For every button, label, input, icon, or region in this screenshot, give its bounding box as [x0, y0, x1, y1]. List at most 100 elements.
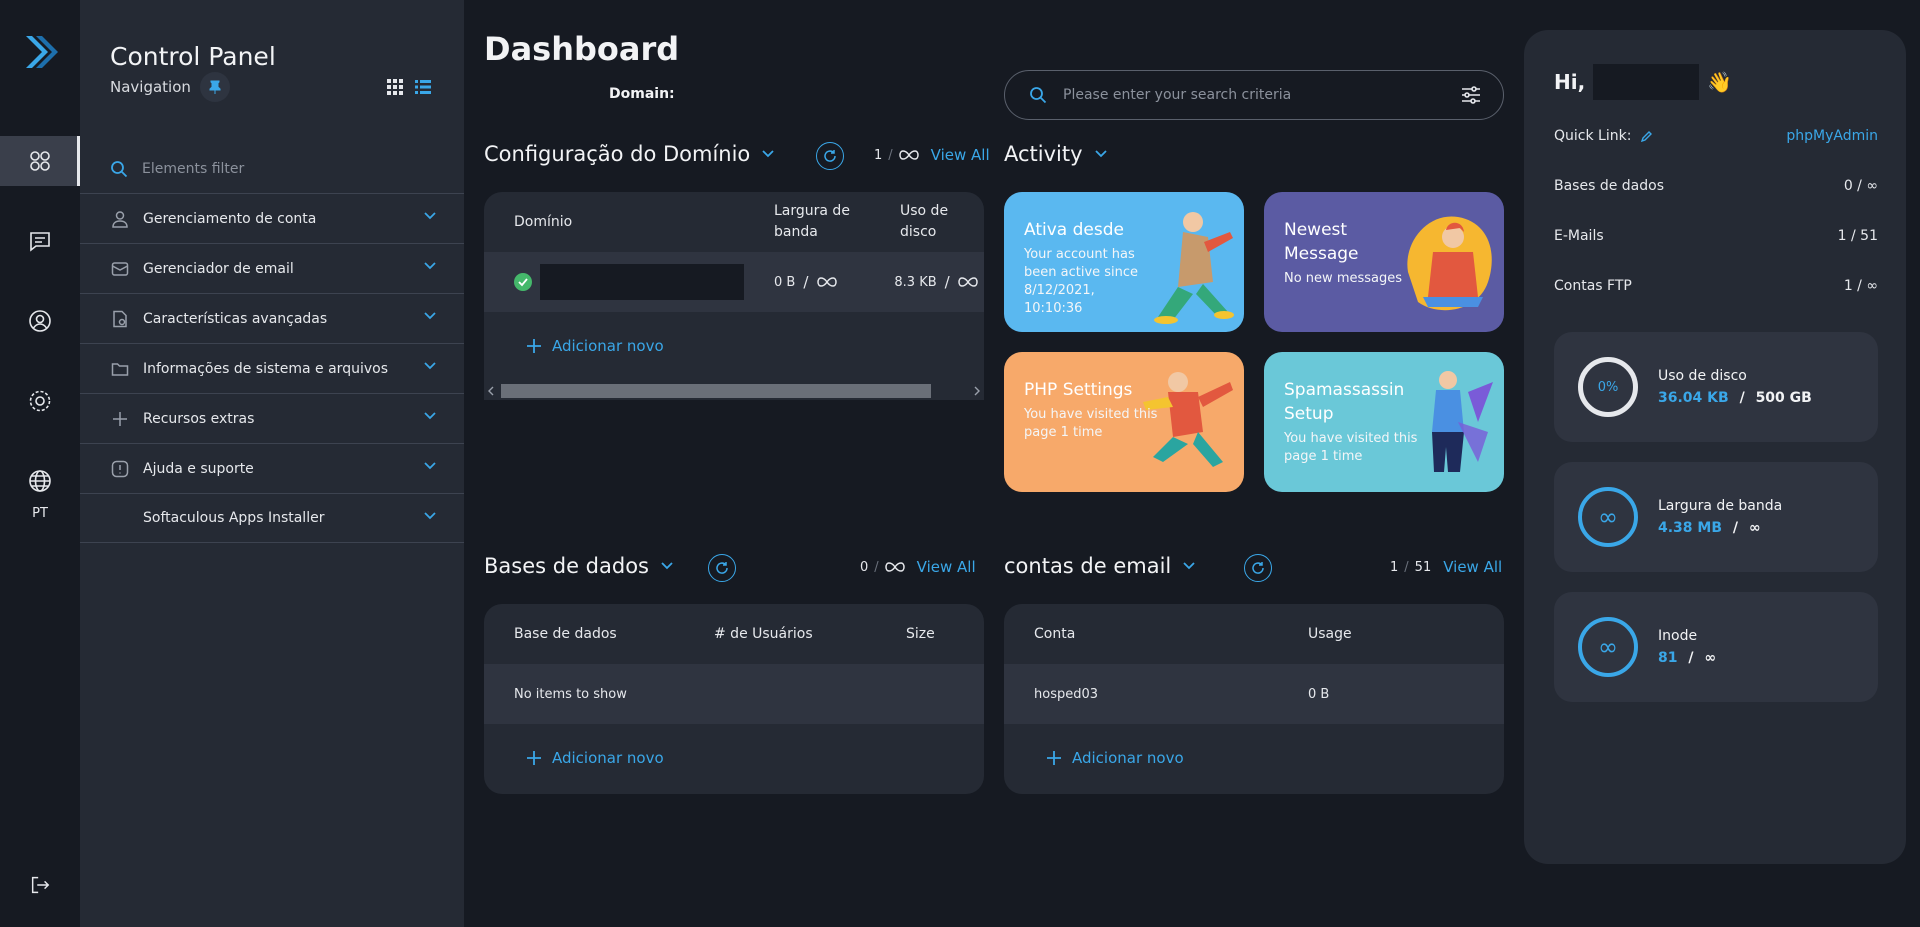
db-table: Base de dados # de Usuários Size No item… [484, 604, 984, 794]
sidebar-item-softaculous[interactable]: Softaculous Apps Installer [80, 493, 464, 543]
domain-name-masked [540, 264, 744, 300]
sidebar-item-account[interactable]: Gerenciamento de conta [80, 193, 464, 243]
rail-account[interactable] [0, 296, 80, 346]
usage-value: 4.38 MB / ∞ [1658, 520, 1761, 536]
chevron-down-icon [424, 312, 436, 320]
check-circle-icon [514, 273, 532, 291]
rail-logout[interactable] [0, 860, 80, 910]
grid-view-icon[interactable] [386, 78, 404, 96]
usage-ring: ∞ [1578, 617, 1638, 677]
rail-language[interactable] [0, 456, 80, 506]
search-icon [111, 161, 128, 178]
domain-view-all-link[interactable]: View All [931, 146, 990, 164]
row-bandwidth: 0 B [774, 274, 796, 290]
sidebar-menu: Gerenciamento de conta Gerenciador de em… [80, 193, 464, 543]
rail-settings[interactable] [0, 376, 80, 426]
search-icon [1030, 87, 1047, 104]
pin-button[interactable] [200, 72, 230, 102]
language-label[interactable]: PT [0, 506, 80, 521]
sidebar-item-advanced[interactable]: Características avançadas [80, 293, 464, 343]
page-title: Dashboard [484, 30, 680, 68]
main-content: Dashboard Domain: Please enter your sear… [464, 0, 1524, 927]
scroll-thumb[interactable] [501, 384, 931, 398]
row-usage: 0 B [1308, 686, 1330, 702]
table-empty-row: No items to show [484, 664, 984, 724]
card-desc: You have visited this page 1 time [1024, 407, 1158, 440]
usage-label: Inode [1658, 628, 1698, 644]
email-view-all-link[interactable]: View All [1443, 558, 1502, 576]
folder-icon [111, 362, 129, 376]
sidebar-item-label: Características avançadas [143, 310, 328, 327]
usage-ring: 0% [1578, 357, 1638, 417]
icon-rail: PT [0, 0, 80, 927]
sidebar-subtitle: Navigation [110, 78, 191, 96]
col-domain: Domínio [514, 214, 573, 230]
quick-link-value[interactable]: phpMyAdmin [1786, 128, 1878, 144]
user-icon [112, 210, 128, 228]
refresh-icon [824, 150, 836, 162]
activity-title: Activity [1004, 142, 1083, 166]
refresh-db-button[interactable] [708, 554, 736, 582]
db-add-new-button[interactable]: Adicionar novo [484, 724, 984, 792]
activity-card-php-settings[interactable]: PHP Settings You have visited this page … [1004, 352, 1244, 492]
sidebar: Control Panel Navigation Elements filter… [80, 0, 464, 927]
domain-section-title: Configuração do Domínio [484, 142, 751, 166]
pin-icon [209, 80, 221, 94]
db-view-all-link[interactable]: View All [917, 558, 976, 576]
add-new-label: Adicionar novo [1072, 749, 1184, 767]
horizontal-scrollbar[interactable] [484, 380, 984, 400]
refresh-domain-button[interactable] [816, 142, 844, 170]
sidebar-item-help[interactable]: Ajuda e suporte [80, 443, 464, 493]
email-count: 1 / 51 View All [1390, 558, 1502, 576]
plus-icon [527, 339, 541, 353]
email-count-total: 51 [1414, 559, 1432, 575]
refresh-email-button[interactable] [1244, 554, 1272, 582]
card-desc: You have visited this page 1 time [1284, 431, 1418, 464]
stat-label: E-Mails [1554, 228, 1604, 244]
domain-table: Domínio Largura de banda Uso de disco 0 … [484, 192, 984, 380]
rail-messages[interactable] [0, 216, 80, 266]
table-row[interactable]: hosped03 0 B [1004, 664, 1504, 724]
domain-label: Domain: [609, 86, 675, 102]
sidebar-item-extras[interactable]: Recursos extras [80, 393, 464, 443]
card-desc: Your account has been active since 8/12/… [1024, 247, 1139, 316]
activity-section-header[interactable]: Activity [1004, 142, 1107, 166]
scroll-left-icon[interactable] [488, 386, 494, 396]
filter-settings-icon[interactable] [1461, 86, 1481, 104]
rail-dashboard[interactable] [0, 136, 80, 186]
sidebar-item-system-files[interactable]: Informações de sistema e arquivos [80, 343, 464, 393]
usage-card-inode: ∞ Inode 81 / ∞ [1554, 592, 1878, 702]
usage-value: 36.04 KB / 500 GB [1658, 390, 1812, 406]
activity-card-newest-message[interactable]: Newest Message No new messages [1264, 192, 1504, 332]
domain-section-header[interactable]: Configuração do Domínio [484, 142, 774, 166]
activity-card-active-since[interactable]: Ativa desde Your account has been active… [1004, 192, 1244, 332]
plus-icon [527, 751, 541, 765]
search-input[interactable]: Please enter your search criteria [1063, 87, 1461, 103]
activity-card-spamassassin[interactable]: Spamassassin Setup You have visited this… [1264, 352, 1504, 492]
search-bar[interactable]: Please enter your search criteria [1004, 70, 1504, 120]
col-database: Base de dados [514, 626, 617, 642]
chevron-down-icon [762, 150, 774, 158]
add-new-label: Adicionar novo [552, 337, 664, 355]
row-account: hosped03 [1034, 686, 1099, 702]
globe-icon [29, 470, 51, 492]
card-title: Newest Message [1284, 220, 1359, 264]
db-section-title: Bases de dados [484, 554, 649, 578]
sidebar-item-email[interactable]: Gerenciador de email [80, 243, 464, 293]
email-section-header[interactable]: contas de email [1004, 554, 1195, 578]
scroll-right-icon[interactable] [974, 386, 980, 396]
col-account: Conta [1034, 626, 1076, 642]
usage-card-bandwidth: ∞ Largura de banda 4.38 MB / ∞ [1554, 462, 1878, 572]
empty-message: No items to show [514, 686, 627, 702]
table-row[interactable]: 0 B / 8.3 KB / [484, 252, 984, 312]
quick-link-label: Quick Link: [1554, 128, 1632, 144]
sidebar-item-label: Gerenciador de email [143, 260, 294, 277]
pencil-icon[interactable] [1641, 130, 1653, 142]
logo-icon[interactable] [20, 32, 60, 72]
db-section-header[interactable]: Bases de dados [484, 554, 673, 578]
elements-filter[interactable]: Elements filter [110, 154, 244, 184]
domain-add-new-button[interactable]: Adicionar novo [484, 312, 984, 380]
stat-row-databases: Bases de dados 0 / ∞ [1554, 178, 1878, 194]
email-add-new-button[interactable]: Adicionar novo [1004, 724, 1504, 792]
list-view-icon[interactable] [414, 78, 432, 96]
